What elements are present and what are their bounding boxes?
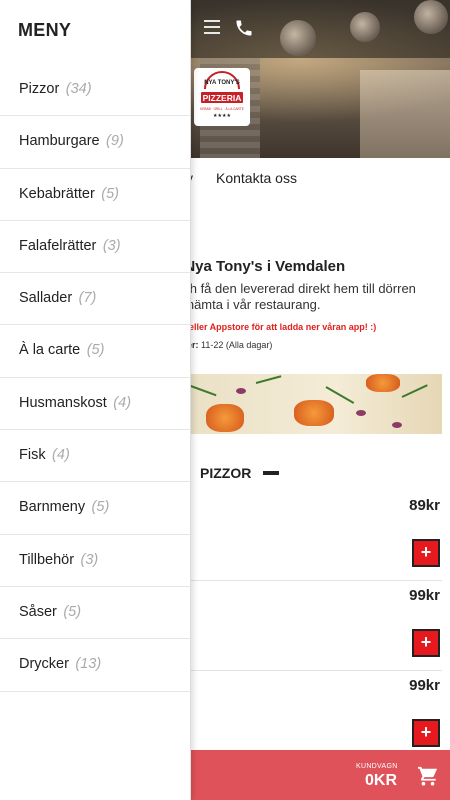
product-price: 89kr [409, 497, 440, 514]
menu-item-label: Såser [19, 603, 57, 620]
add-to-cart-button[interactable]: + [412, 539, 440, 567]
menu-item-count: (13) [75, 656, 102, 673]
intro-line-2: tt hämta i vår restaurang. [176, 297, 321, 312]
hamburger-icon[interactable] [204, 20, 220, 34]
menu-item-count: (9) [106, 133, 124, 150]
intro-text: och få den levererad direkt hem till dör… [176, 281, 416, 313]
menu-item-barnmeny[interactable]: Barnmeny (5) [0, 482, 190, 535]
nav-link-contact[interactable]: Kontakta oss [216, 170, 297, 186]
menu-item-label: Pizzor [19, 81, 60, 97]
menu-item-label: Fisk [19, 447, 46, 464]
cart-icon[interactable] [417, 766, 439, 786]
menu-item-label: Tillbehör [19, 551, 75, 568]
menu-item-count: (5) [63, 603, 82, 620]
menu-item-tillbehor[interactable]: Tillbehör (3) [0, 535, 190, 587]
section-title-pizzor: PIZZOR [200, 465, 252, 481]
menu-item-label: Barnmeny [19, 499, 86, 516]
menu-item-husmanskost[interactable]: Husmanskost (4) [0, 378, 190, 431]
svg-text:★★★★: ★★★★ [213, 113, 231, 119]
plus-icon: + [420, 722, 432, 742]
phone-icon[interactable] [234, 18, 254, 38]
menu-item-count: (5) [101, 185, 119, 202]
logo-main-text: PIZZERIA [203, 93, 242, 103]
logo-top-text: NYA TONY'S [204, 80, 240, 86]
add-to-cart-button[interactable]: + [412, 719, 440, 747]
menu-item-sallader[interactable]: Sallader (7) [0, 273, 190, 326]
lamp-decoration [280, 20, 316, 56]
menu-title: MENY [18, 20, 72, 40]
menu-item-label: Sallader [19, 290, 73, 307]
lamp-decoration [414, 0, 448, 34]
logo-sub-text: KEBAB · GRILL · À LA CARTE [200, 107, 244, 111]
product-divider [176, 580, 442, 581]
menu-item-label: Falafelrätter [19, 237, 97, 254]
menu-item-falafelratter[interactable]: Falafelrätter (3) [0, 221, 190, 274]
menu-item-label: Drycker [19, 656, 69, 673]
menu-item-fisk[interactable]: Fisk (4) [0, 430, 190, 483]
app-download-note: ny eller Appstore för att ladda ner våra… [176, 322, 377, 332]
menu-item-count: (34) [65, 81, 92, 97]
menu-item-saser[interactable]: Såser (5) [0, 587, 190, 640]
add-to-cart-button[interactable]: + [412, 629, 440, 657]
menu-item-label: Kebabrätter [19, 185, 95, 202]
menu-item-count: (5) [91, 499, 110, 516]
product-divider [176, 670, 442, 671]
food-banner-image [176, 374, 442, 434]
product-price: 99kr [409, 587, 440, 604]
menu-item-count: (4) [52, 447, 70, 464]
menu-item-a-la-carte[interactable]: À la carte (5) [0, 325, 190, 378]
menu-item-label: À la carte [19, 342, 81, 359]
side-menu-drawer: MENY Pizzor (34) Hamburgare (9) Kebabrät… [0, 0, 191, 800]
lamp-decoration [350, 12, 380, 42]
menu-item-kebabratter[interactable]: Kebabrätter (5) [0, 169, 190, 221]
cart-label: KUNDVAGN [356, 763, 398, 770]
menu-item-label: Hamburgare [19, 133, 100, 150]
menu-item-label: Husmanskost [19, 394, 107, 411]
menu-item-pizzor[interactable]: Pizzor (34) [0, 64, 190, 117]
menu-item-count: (7) [78, 290, 97, 307]
menu-item-drycker[interactable]: Drycker (13) [0, 639, 190, 692]
restaurant-logo[interactable]: NYA TONY'S PIZZERIA KEBAB · GRILL · À LA… [194, 68, 250, 126]
section-divider [263, 471, 279, 475]
hours-value: 11-22 (Alla dagar) [201, 340, 273, 350]
product-price: 99kr [409, 677, 440, 694]
menu-item-count: (3) [80, 551, 99, 568]
menu-category-list: Pizzor (34) Hamburgare (9) Kebabrätter (… [0, 64, 190, 692]
plus-icon: + [420, 632, 432, 652]
menu-item-count: (5) [86, 342, 105, 359]
menu-item-count: (3) [102, 237, 121, 254]
welcome-heading: l Nya Tony's i Vemdalen [176, 258, 346, 275]
menu-item-count: (4) [113, 394, 132, 411]
menu-item-hamburgare[interactable]: Hamburgare (9) [0, 116, 190, 169]
intro-line-1: och få den levererad direkt hem till dör… [176, 281, 416, 296]
cart-total: 0KR [365, 772, 398, 789]
plus-icon: + [420, 542, 432, 562]
